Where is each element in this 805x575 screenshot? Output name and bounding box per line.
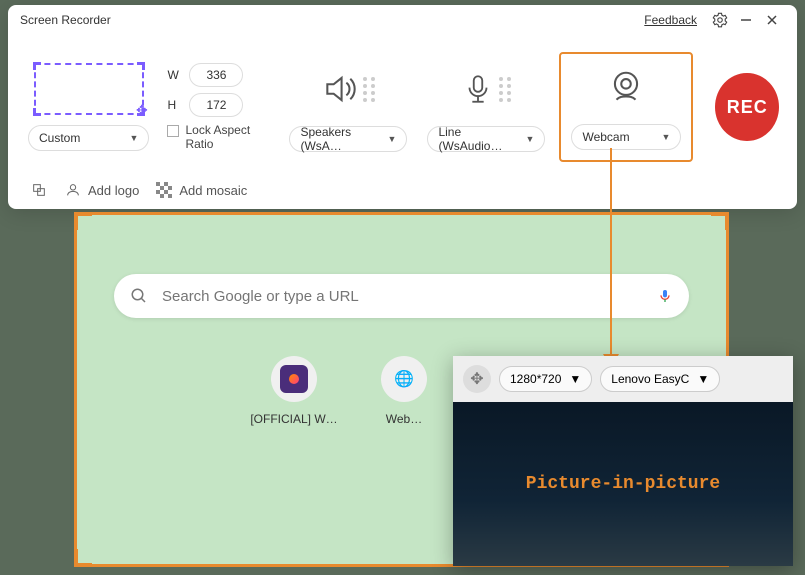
settings-icon[interactable] xyxy=(707,7,733,33)
record-label: REC xyxy=(727,97,768,118)
globe-icon: 🌐 xyxy=(394,369,414,389)
app-icon xyxy=(280,365,308,393)
add-mosaic-label: Add mosaic xyxy=(179,183,247,198)
pip-overlay-text: Picture-in-picture xyxy=(526,474,720,494)
pip-move-handle-icon[interactable]: ✥ xyxy=(463,365,491,393)
webcam-icon xyxy=(607,68,645,106)
shortcut-label: Web… xyxy=(386,412,422,426)
capture-region-preview[interactable]: ✥ xyxy=(34,63,144,115)
recorder-panel: Screen Recorder Feedback ✥ Custom ▼ xyxy=(8,5,797,209)
mic-dropdown-label: Line (WsAudio… xyxy=(438,125,525,153)
shortcut-item[interactable]: [OFFICIAL] W… xyxy=(244,356,344,426)
capture-column: ✥ Custom ▼ xyxy=(28,63,149,151)
drag-dots-icon[interactable] xyxy=(363,77,367,102)
height-input[interactable] xyxy=(189,93,243,117)
pip-resolution-label: 1280*720 xyxy=(510,372,561,386)
chevron-down-icon: ▼ xyxy=(388,134,397,144)
width-input[interactable] xyxy=(189,63,243,87)
width-label: W xyxy=(167,68,181,82)
mosaic-icon xyxy=(155,181,173,199)
drag-dots-icon[interactable] xyxy=(499,77,503,102)
chevron-down-icon: ▼ xyxy=(569,372,581,386)
pip-window[interactable]: ✥ 1280*720 ▼ Lenovo EasyC ▼ Picture-in-p… xyxy=(453,356,793,566)
capture-mode-label: Custom xyxy=(39,131,80,145)
person-icon xyxy=(64,181,82,199)
shortcut-label: [OFFICIAL] W… xyxy=(250,412,337,426)
crop-button[interactable] xyxy=(30,181,48,199)
speaker-icon xyxy=(321,70,359,108)
dimensions-column: W H Lock Aspect Ratio xyxy=(167,63,265,151)
search-input[interactable] xyxy=(162,288,643,305)
add-logo-button[interactable]: Add logo xyxy=(64,181,139,199)
pip-device-label: Lenovo EasyC xyxy=(611,372,689,386)
google-logo-partial: ◡ xyxy=(424,212,472,240)
search-icon xyxy=(130,287,148,305)
lock-aspect-label: Lock Aspect Ratio xyxy=(185,123,265,151)
webcam-column: Webcam ▼ xyxy=(559,52,693,162)
feedback-link[interactable]: Feedback xyxy=(644,13,697,27)
close-icon[interactable] xyxy=(759,7,785,33)
titlebar: Screen Recorder Feedback xyxy=(8,5,797,35)
move-handle-icon[interactable]: ✥ xyxy=(136,102,148,119)
pip-preview: Picture-in-picture xyxy=(453,402,793,566)
mic-column: Line (WsAudio… ▼ xyxy=(421,62,551,152)
crop-icon xyxy=(30,181,48,199)
add-logo-label: Add logo xyxy=(88,183,139,198)
app-title: Screen Recorder xyxy=(20,13,111,27)
lock-aspect-checkbox[interactable] xyxy=(167,125,179,137)
search-bar[interactable] xyxy=(114,274,689,318)
shortcut-item[interactable]: 🌐 Web… xyxy=(354,356,454,426)
microphone-icon xyxy=(461,70,495,108)
chevron-down-icon: ▼ xyxy=(130,133,139,143)
chevron-down-icon: ▼ xyxy=(697,372,709,386)
pip-toolbar: ✥ 1280*720 ▼ Lenovo EasyC ▼ xyxy=(453,356,793,402)
voice-search-icon[interactable] xyxy=(657,286,673,306)
add-mosaic-button[interactable]: Add mosaic xyxy=(155,181,247,199)
speaker-dropdown-label: Speakers (WsA… xyxy=(300,125,387,153)
drag-dots-icon[interactable] xyxy=(371,77,375,102)
chevron-down-icon: ▼ xyxy=(662,132,671,142)
webcam-dropdown[interactable]: Webcam ▼ xyxy=(571,124,681,150)
height-label: H xyxy=(167,98,181,112)
chevron-down-icon: ▼ xyxy=(526,134,535,144)
record-button[interactable]: REC xyxy=(715,73,779,141)
secondary-toolbar: Add logo Add mosaic xyxy=(8,175,797,209)
pip-resolution-dropdown[interactable]: 1280*720 ▼ xyxy=(499,366,592,392)
mic-dropdown[interactable]: Line (WsAudio… ▼ xyxy=(427,126,545,152)
minimize-icon[interactable] xyxy=(733,7,759,33)
speaker-column: Speakers (WsA… ▼ xyxy=(283,62,413,152)
webcam-dropdown-label: Webcam xyxy=(582,130,629,144)
pip-device-dropdown[interactable]: Lenovo EasyC ▼ xyxy=(600,366,720,392)
capture-mode-dropdown[interactable]: Custom ▼ xyxy=(28,125,149,151)
controls-row: ✥ Custom ▼ W H Lock Aspect Ratio xyxy=(8,35,797,175)
drag-dots-icon[interactable] xyxy=(507,77,511,102)
speaker-dropdown[interactable]: Speakers (WsA… ▼ xyxy=(289,126,407,152)
